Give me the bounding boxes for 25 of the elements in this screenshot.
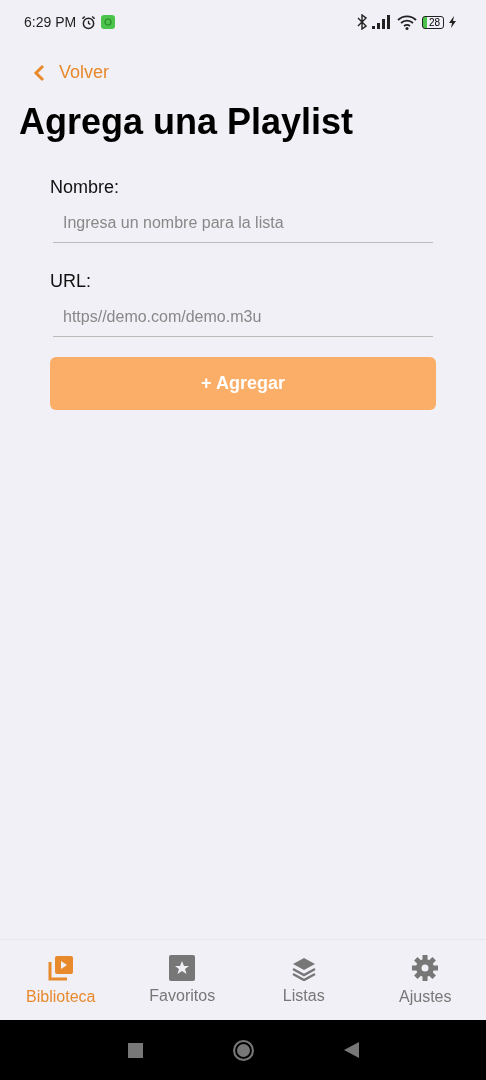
page-title: Agrega una Playlist bbox=[19, 101, 355, 143]
recents-icon[interactable] bbox=[127, 1042, 143, 1058]
tab[interactable]: Ajustes bbox=[364, 940, 486, 1020]
field-label: Nombre: bbox=[50, 177, 121, 198]
input-field[interactable]: Ingresa un nombre para la lista bbox=[53, 198, 433, 243]
tab[interactable]: Listas bbox=[243, 940, 365, 1020]
field-label: URL: bbox=[50, 271, 92, 292]
charging-icon bbox=[449, 16, 456, 28]
app-notification-icon bbox=[101, 15, 116, 29]
status-time: 6:29 PM bbox=[24, 14, 77, 30]
input-field[interactable]: https//demo.com/demo.m3u bbox=[53, 292, 433, 337]
bluetooth-icon bbox=[356, 14, 367, 30]
signal-icon bbox=[371, 15, 392, 29]
play-stack-icon bbox=[46, 954, 75, 982]
chevron-left-icon bbox=[33, 63, 45, 82]
layers-icon bbox=[290, 955, 317, 981]
back-icon[interactable] bbox=[343, 1042, 359, 1058]
battery-indicator: 28 bbox=[421, 15, 444, 29]
home-icon[interactable] bbox=[232, 1039, 254, 1061]
tab[interactable]: Favoritos bbox=[121, 940, 243, 1020]
tab[interactable]: Biblioteca bbox=[0, 940, 122, 1020]
back-button[interactable]: Volver bbox=[33, 62, 110, 83]
alarm-icon bbox=[81, 14, 97, 30]
settings-icon bbox=[411, 954, 440, 982]
wifi-icon bbox=[396, 14, 417, 30]
